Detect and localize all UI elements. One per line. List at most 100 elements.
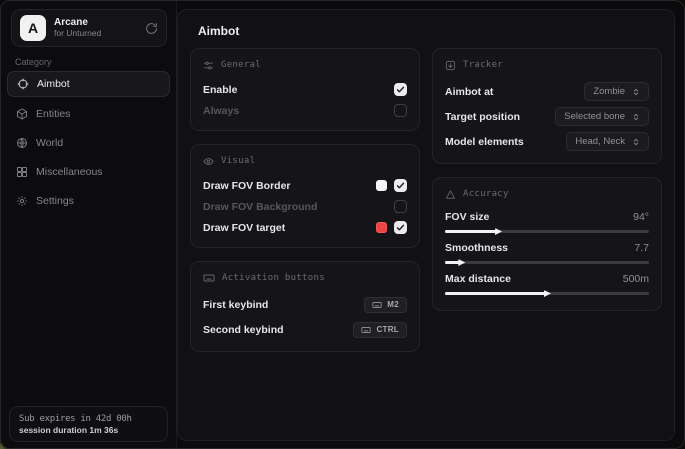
sidebar-nav: Aimbot Entities World (7, 71, 170, 213)
row-label: Second keybind (203, 324, 284, 336)
brand-text: Arcane for Unturned (54, 17, 137, 38)
setting-row-model-elements: Model elements Head, Neck (445, 129, 649, 154)
slider-value: 7.7 (634, 242, 649, 254)
keyboard-icon (372, 300, 382, 310)
session-duration-text: session duration 1m 36s (19, 425, 158, 435)
row-label: Enable (203, 84, 237, 96)
card-title: Visual (221, 156, 255, 166)
refresh-icon[interactable] (145, 22, 158, 35)
sidebar-item-aimbot[interactable]: Aimbot (7, 71, 170, 97)
setting-row-always: Always (203, 100, 407, 121)
setting-row-fov-border: Draw FOV Border (203, 175, 407, 196)
tracker-card: Tracker Aimbot at Zombie Target position (432, 48, 662, 164)
main-panel: Aimbot General Enable (177, 9, 675, 441)
fov-background-checkbox[interactable] (394, 200, 407, 213)
dropdown-value: Head, Neck (575, 136, 625, 147)
sidebar-item-world[interactable]: World (7, 131, 170, 155)
scan-target-icon (445, 60, 456, 71)
activation-card: Activation buttons First keybind M2 (190, 261, 420, 352)
card-title: Activation buttons (222, 273, 325, 283)
sidebar-item-label: Aimbot (37, 78, 70, 90)
row-label: Draw FOV Border (203, 180, 291, 192)
page-title: Aimbot (178, 10, 674, 48)
color-swatch-red[interactable] (376, 222, 387, 233)
always-checkbox[interactable] (394, 104, 407, 117)
row-label: Draw FOV Background (203, 201, 317, 213)
globe-icon (16, 137, 28, 149)
sidebar-item-label: Settings (36, 195, 74, 207)
fov-size-slider[interactable] (445, 230, 649, 233)
grid-icon (16, 166, 28, 178)
chevron-up-down-icon (632, 137, 640, 147)
subscription-info: Sub expires in 42d 00h session duration … (9, 406, 168, 442)
sub-expiry-text: Sub expires in 42d 00h (19, 414, 158, 424)
setting-row-fov-target: Draw FOV target (203, 217, 407, 238)
smoothness-slider[interactable] (445, 261, 649, 264)
fov-target-checkbox[interactable] (394, 221, 407, 234)
brand-logo: A (20, 15, 46, 41)
general-card: General Enable Always (190, 48, 420, 131)
slider-value: 500m (623, 273, 649, 285)
sliders-icon (203, 60, 214, 71)
fov-border-checkbox[interactable] (394, 179, 407, 192)
keybind-value: CTRL (376, 325, 399, 334)
slider-fill (445, 230, 498, 233)
sidebar: A Arcane for Unturned Category Aimbot (1, 1, 177, 448)
chevron-up-down-icon (632, 112, 640, 122)
accuracy-card: Accuracy FOV size 94° Smoothness (432, 177, 662, 311)
slider-fill (445, 261, 461, 264)
triangle-icon (445, 189, 456, 200)
second-keybind-button[interactable]: CTRL (353, 322, 407, 338)
max-distance-slider[interactable] (445, 292, 649, 295)
keyboard-icon (361, 325, 371, 335)
model-elements-dropdown[interactable]: Head, Neck (566, 132, 649, 151)
slider-value: 94° (633, 211, 649, 223)
eye-icon (203, 156, 214, 167)
keyboard-icon (203, 272, 215, 284)
cube-icon (16, 108, 28, 120)
setting-row-fov-background: Draw FOV Background (203, 196, 407, 217)
card-title: Tracker (463, 60, 503, 70)
left-column: General Enable Always (190, 48, 420, 352)
keybind-value: M2 (387, 300, 399, 309)
setting-row-enable: Enable (203, 79, 407, 100)
sidebar-item-label: Miscellaneous (36, 166, 103, 178)
sidebar-item-miscellaneous[interactable]: Miscellaneous (7, 160, 170, 184)
setting-row-second-keybind: Second keybind CTRL (203, 317, 407, 342)
max-distance-setting: Max distance 500m (445, 270, 649, 295)
category-label: Category (15, 57, 52, 67)
brand-subtitle: for Unturned (54, 29, 137, 39)
fov-size-setting: FOV size 94° (445, 208, 649, 233)
aimbot-at-dropdown[interactable]: Zombie (584, 82, 649, 101)
card-title: General (221, 60, 261, 70)
row-label: Always (203, 105, 239, 117)
right-column: Tracker Aimbot at Zombie Target position (432, 48, 662, 352)
sidebar-item-entities[interactable]: Entities (7, 102, 170, 126)
target-position-dropdown[interactable]: Selected bone (555, 107, 649, 126)
row-label: Draw FOV target (203, 222, 285, 234)
smoothness-setting: Smoothness 7.7 (445, 239, 649, 264)
row-label: Smoothness (445, 242, 508, 254)
row-label: Max distance (445, 273, 511, 285)
dropdown-value: Zombie (593, 86, 625, 97)
color-swatch-white[interactable] (376, 180, 387, 191)
row-label: First keybind (203, 299, 268, 311)
setting-row-target-position: Target position Selected bone (445, 104, 649, 129)
row-label: FOV size (445, 211, 489, 223)
setting-row-first-keybind: First keybind M2 (203, 292, 407, 317)
chevron-up-down-icon (632, 87, 640, 97)
enable-checkbox[interactable] (394, 83, 407, 96)
dropdown-value: Selected bone (564, 111, 625, 122)
first-keybind-button[interactable]: M2 (364, 297, 407, 313)
row-label: Model elements (445, 136, 524, 148)
gear-icon (16, 195, 28, 207)
row-label: Aimbot at (445, 86, 493, 98)
brand-card: A Arcane for Unturned (11, 9, 167, 47)
crosshair-icon (17, 78, 29, 90)
slider-fill (445, 292, 547, 295)
row-label: Target position (445, 111, 520, 123)
card-title: Accuracy (463, 189, 509, 199)
sidebar-item-label: World (36, 137, 63, 149)
sidebar-item-settings[interactable]: Settings (7, 189, 170, 213)
visual-card: Visual Draw FOV Border Draw FOV Backgrou… (190, 144, 420, 248)
